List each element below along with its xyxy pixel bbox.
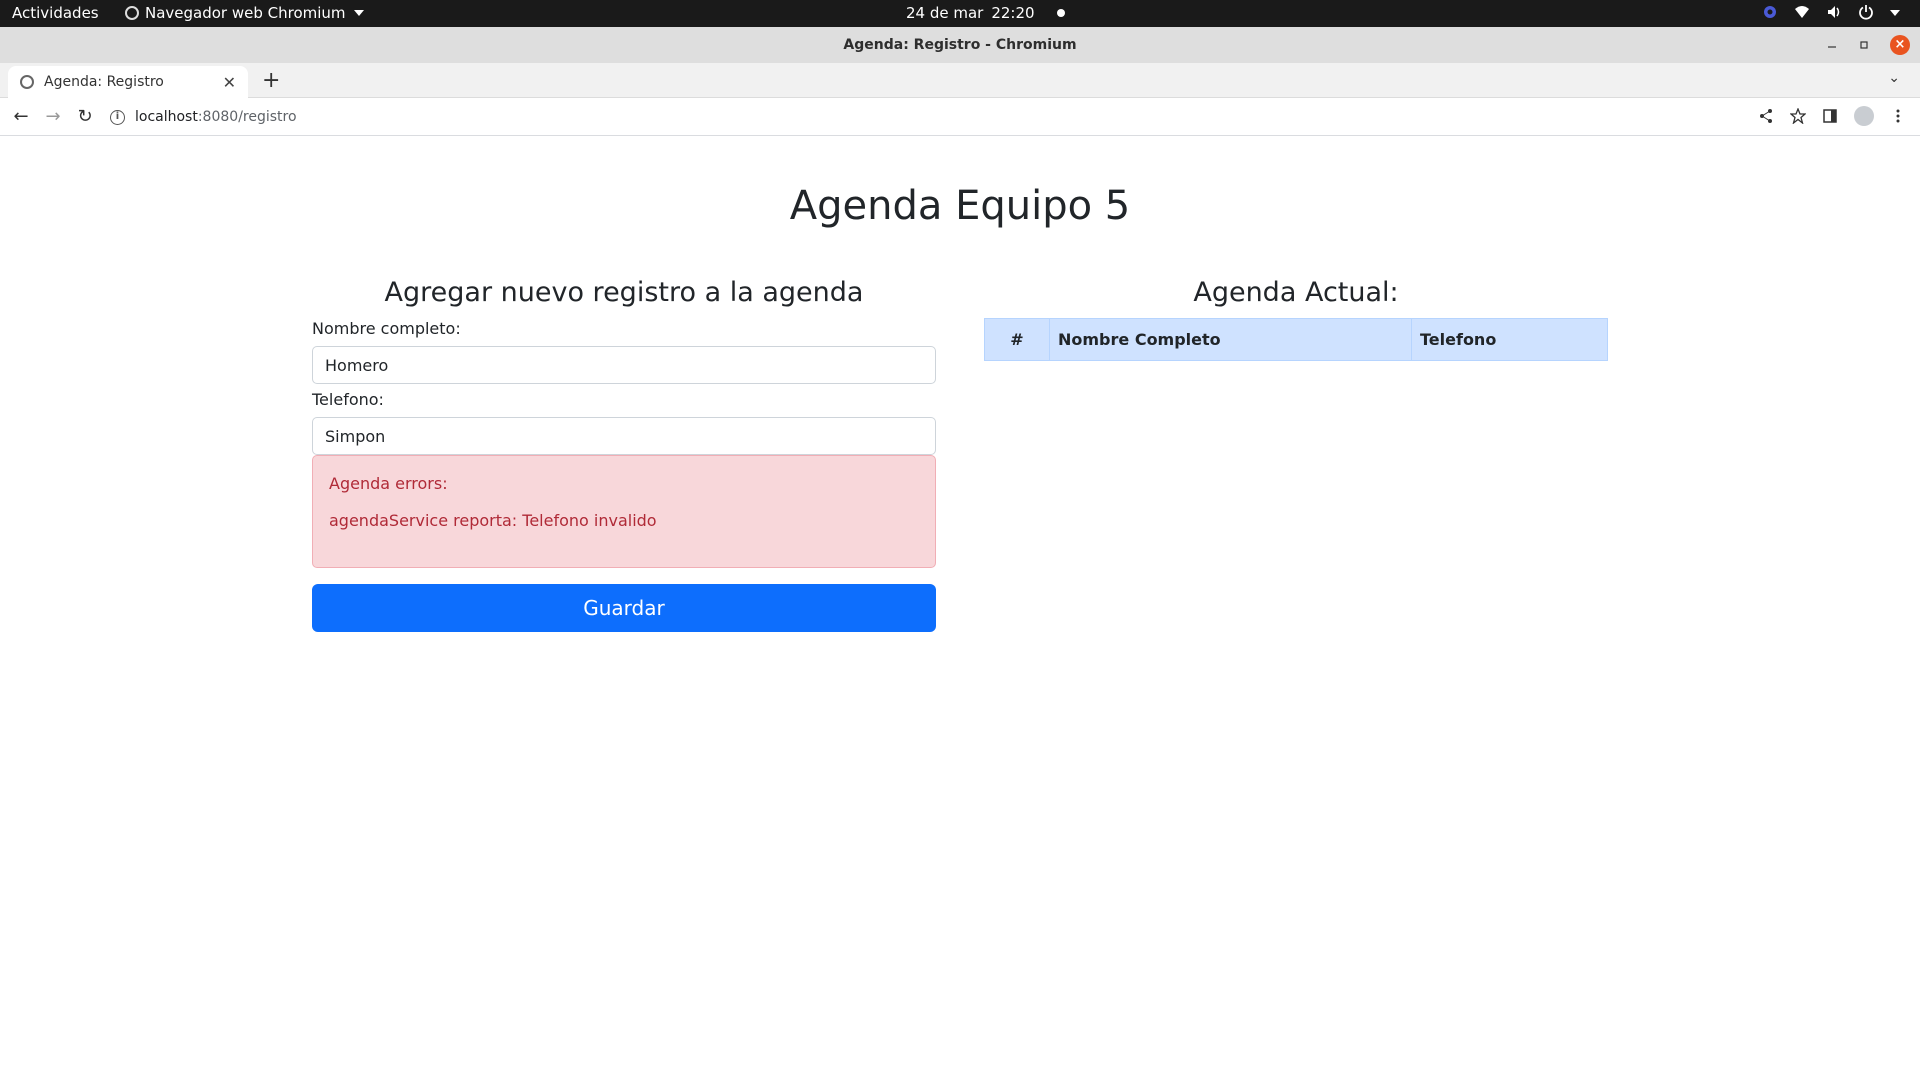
toolbar-actions (1758, 106, 1906, 126)
error-alert: Agenda errors: agendaService reporta: Te… (312, 455, 936, 568)
wifi-icon[interactable] (1794, 4, 1810, 20)
tab-strip: Agenda: Registro ✕ + ⌄ (0, 63, 1920, 98)
bookmark-star-icon[interactable] (1790, 108, 1806, 124)
phone-label: Telefono: (312, 390, 384, 409)
reload-icon[interactable]: ↻ (74, 106, 96, 127)
activities-button[interactable]: Actividades (12, 4, 99, 22)
system-top-bar: Actividades Navegador web Chromium 24 de… (0, 0, 1920, 27)
url-host: localhost (135, 109, 198, 125)
clock-time: 22:20 (991, 4, 1035, 22)
site-info-icon[interactable]: i (110, 109, 125, 125)
power-icon[interactable] (1858, 4, 1874, 20)
tab-agenda-registro[interactable]: Agenda: Registro ✕ (8, 66, 248, 98)
tab-search-icon[interactable]: ⌄ (1888, 70, 1900, 86)
page-title: Agenda Equipo 5 (789, 183, 1131, 229)
volume-icon[interactable] (1826, 4, 1842, 20)
maximize-button[interactable] (1858, 27, 1870, 63)
close-icon: × (1890, 35, 1910, 55)
column-header-number: # (984, 318, 1050, 361)
agenda-panel: Agenda Actual: # Nombre Completo Telefon… (984, 277, 1608, 361)
phone-input[interactable] (312, 417, 936, 455)
globe-icon (20, 75, 34, 89)
notification-dot-icon (1056, 9, 1065, 17)
agenda-table: # Nombre Completo Telefono (984, 318, 1608, 361)
minimize-button[interactable] (1826, 27, 1838, 63)
back-arrow-icon[interactable]: ← (10, 106, 32, 127)
column-header-name: Nombre Completo (1049, 318, 1412, 361)
address-bar[interactable]: i localhost:8080/registro (110, 104, 297, 130)
minimize-icon (1828, 46, 1836, 48)
error-message: agendaService reporta: Telefono invalido (329, 511, 657, 530)
share-icon[interactable] (1758, 108, 1774, 124)
app-menu-label: Navegador web Chromium (145, 4, 346, 22)
side-panel-icon[interactable] (1822, 108, 1838, 124)
form-heading: Agregar nuevo registro a la agenda (384, 277, 864, 308)
tray-caret-icon (1890, 10, 1900, 18)
kebab-menu-icon[interactable] (1890, 108, 1906, 124)
tab-close-icon[interactable]: ✕ (223, 73, 236, 92)
clock-date: 24 de mar (906, 4, 984, 22)
registration-form: Agregar nuevo registro a la agenda Nombr… (312, 277, 936, 632)
clock[interactable]: 24 de mar 22:20 (906, 4, 1065, 22)
error-alert-title: Agenda errors: (329, 474, 448, 493)
tab-label: Agenda: Registro (44, 74, 164, 90)
page-content: Agenda Equipo 5 Agregar nuevo registro a… (0, 137, 1920, 1080)
agenda-heading: Agenda Actual: (1193, 277, 1399, 308)
name-label: Nombre completo: (312, 319, 461, 338)
save-button[interactable]: Guardar (312, 584, 936, 632)
window-titlebar[interactable]: Agenda: Registro - Chromium × (0, 27, 1920, 63)
window-title: Agenda: Registro - Chromium (843, 37, 1077, 53)
caret-down-icon (353, 10, 364, 16)
profile-avatar-icon[interactable] (1854, 106, 1874, 126)
system-tray[interactable] (1762, 4, 1900, 20)
url-path: :8080/registro (197, 109, 297, 125)
extension-icon[interactable] (1762, 4, 1778, 20)
table-header-row: # Nombre Completo Telefono (984, 318, 1608, 361)
restore-icon (1860, 41, 1868, 49)
column-header-phone: Telefono (1411, 318, 1608, 361)
browser-toolbar: ← → ↻ i localhost:8080/registro (0, 98, 1920, 136)
app-menu[interactable]: Navegador web Chromium (125, 4, 364, 22)
close-window-button[interactable]: × (1890, 27, 1910, 63)
name-input[interactable] (312, 346, 936, 384)
forward-arrow-icon[interactable]: → (42, 106, 64, 127)
chromium-icon (125, 6, 139, 20)
new-tab-button[interactable]: + (262, 68, 280, 93)
